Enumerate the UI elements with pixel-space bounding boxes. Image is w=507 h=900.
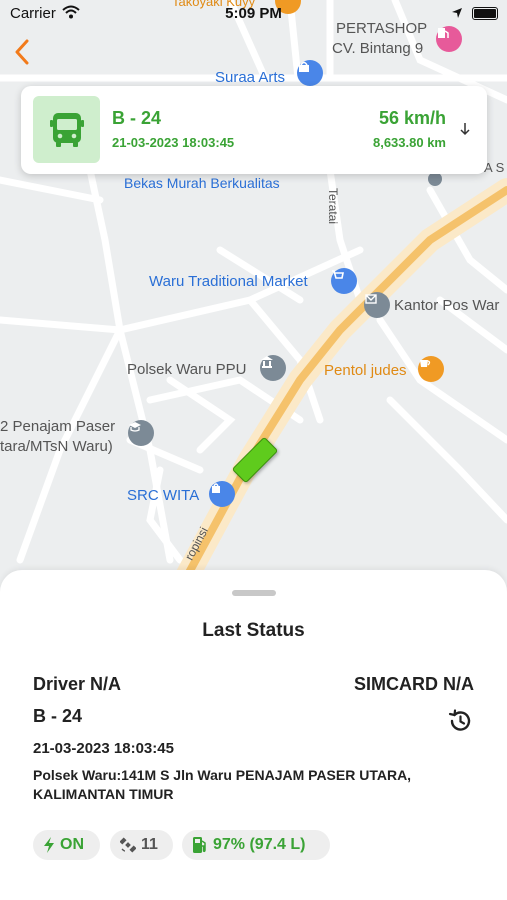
map-label-teratai: Teratai bbox=[326, 188, 340, 225]
map-label-penajam: 2 Penajam Paser bbox=[0, 418, 116, 435]
map-label-suraa-arts: Suraa Arts bbox=[215, 69, 286, 86]
simcard-label: SIMCARD N/A bbox=[354, 674, 474, 694]
fuel-station-pin-icon[interactable] bbox=[436, 26, 462, 52]
sheet-datetime: 21-03-2023 18:03:45 bbox=[33, 740, 174, 757]
vehicle-datetime: 21-03-2023 18:03:45 bbox=[112, 135, 235, 150]
satellite-chip: 11 bbox=[110, 830, 173, 860]
cafe-pin-icon[interactable] bbox=[418, 356, 444, 382]
map-label-edge: A S bbox=[484, 160, 505, 175]
vehicle-avatar bbox=[33, 96, 100, 163]
map-label-pentol-judes: Pentol judes bbox=[324, 362, 407, 379]
shop-bag-pin-icon[interactable] bbox=[209, 481, 235, 507]
sheet-plate: B - 24 bbox=[33, 706, 83, 726]
driver-label: Driver N/A bbox=[33, 674, 122, 694]
battery-icon bbox=[472, 7, 498, 20]
map-label-penajam-sub: tara/MTsN Waru) bbox=[0, 438, 113, 455]
map-label-kantor-pos: Kantor Pos War bbox=[394, 297, 500, 314]
shop-pin-icon[interactable] bbox=[297, 60, 323, 86]
acc-status-chip: ON bbox=[33, 830, 100, 860]
location-arrow-icon bbox=[451, 6, 463, 23]
market-pin-icon[interactable] bbox=[331, 268, 357, 294]
map-label-polsek-waru: Polsek Waru PPU bbox=[127, 361, 247, 378]
school-pin-icon[interactable] bbox=[128, 420, 154, 446]
sheet-title: Last Status bbox=[202, 620, 305, 641]
fuel-level: 97% (97.4 L) bbox=[213, 836, 306, 853]
government-pin-icon[interactable] bbox=[260, 355, 286, 381]
satellite-icon bbox=[120, 837, 136, 853]
acc-status-value: ON bbox=[60, 836, 84, 853]
arrow-down-icon[interactable] bbox=[459, 122, 471, 141]
history-icon bbox=[448, 709, 471, 731]
map-label-src-wita: SRC WITA bbox=[127, 487, 200, 504]
bus-icon bbox=[49, 112, 84, 147]
satellite-count: 11 bbox=[141, 836, 158, 853]
status-time: 5:09 PM bbox=[225, 5, 282, 22]
vehicle-odometer: 8,633.80 km bbox=[372, 135, 446, 150]
place-pin-icon[interactable] bbox=[428, 172, 442, 186]
vehicle-card[interactable]: B - 24 21-03-2023 18:03:45 56 km/h 8,633… bbox=[21, 86, 487, 174]
chevron-left-icon bbox=[15, 39, 29, 65]
post-office-pin-icon[interactable] bbox=[364, 292, 390, 318]
fuel-chip: 97% (97.4 L) bbox=[182, 830, 330, 860]
map-label-waru-market: Waru Traditional Market bbox=[149, 273, 308, 290]
vehicle-plate: B - 24 bbox=[112, 108, 162, 128]
sheet-drag-handle[interactable] bbox=[232, 590, 276, 596]
back-button[interactable] bbox=[8, 36, 36, 68]
bolt-icon bbox=[43, 836, 55, 854]
history-button[interactable] bbox=[446, 707, 474, 735]
map-label-pertashop-sub: CV. Bintang 9 bbox=[332, 40, 424, 57]
vehicle-speed: 56 km/h bbox=[378, 108, 446, 128]
status-bar: Carrier 5:09 PM bbox=[0, 0, 507, 28]
last-status-sheet[interactable]: Last Status Driver N/A SIMCARD N/A B - 2… bbox=[0, 570, 507, 900]
sheet-address: Polsek Waru:141M S Jln Waru PENAJAM PASE… bbox=[33, 767, 412, 802]
map-label-bekas-murah: Bekas Murah Berkualitas bbox=[124, 175, 280, 191]
fuel-pump-icon bbox=[192, 836, 208, 854]
